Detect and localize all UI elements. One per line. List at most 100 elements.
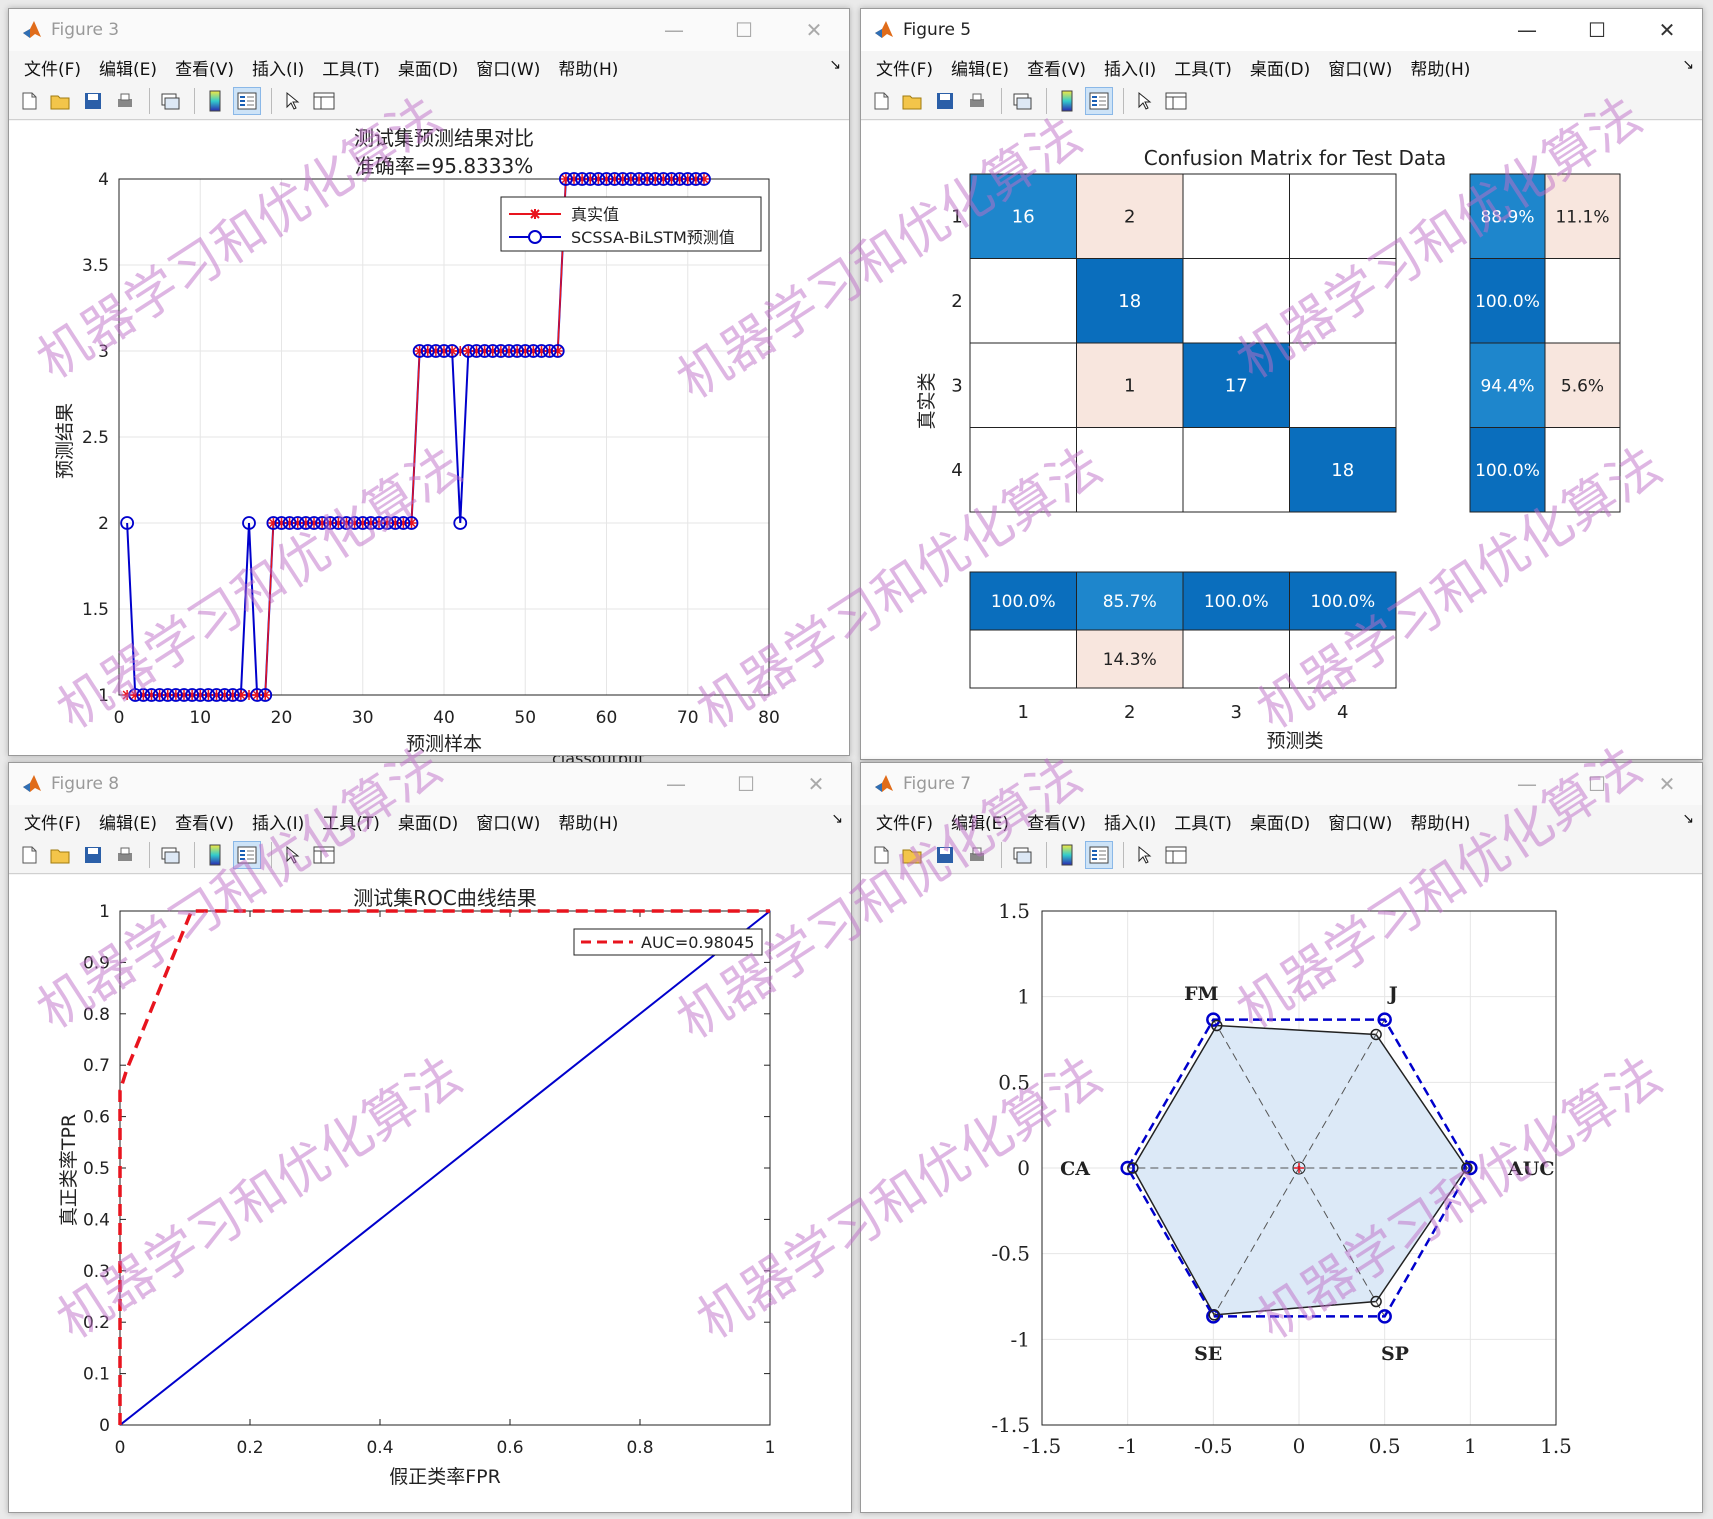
maximize-icon[interactable]: ☐	[1562, 772, 1632, 796]
colorbar-icon[interactable]	[1053, 87, 1081, 115]
menu-item[interactable]: 文件(F)	[867, 55, 942, 80]
new-file-icon[interactable]	[867, 841, 895, 869]
menu-item[interactable]: 工具(T)	[313, 55, 389, 80]
menu-item[interactable]: 编辑(E)	[90, 55, 166, 80]
menu-item[interactable]: 插入(I)	[1095, 809, 1165, 834]
minimize-icon[interactable]: —	[1492, 772, 1562, 796]
new-file-icon[interactable]	[15, 841, 43, 869]
menu-item[interactable]: 工具(T)	[1165, 55, 1241, 80]
new-file-icon[interactable]	[15, 87, 43, 115]
minimize-icon[interactable]: —	[1492, 18, 1562, 42]
menu-item[interactable]: 编辑(E)	[942, 809, 1018, 834]
close-icon[interactable]: ✕	[1632, 772, 1702, 796]
dock-icon[interactable]: ↘	[831, 811, 843, 827]
figure-7-window[interactable]: Figure 7 — ☐ ✕ 文件(F) 编辑(E) 查看(V) 插入(I) 工具(T)…	[860, 762, 1703, 1513]
figure-5-window[interactable]: Figure 5 — ☐ ✕ 文件(F) 编辑(E) 查看(V) 插入(I) 工具(T)…	[860, 8, 1703, 760]
open-file-icon[interactable]	[899, 841, 927, 869]
menu-item[interactable]: 桌面(D)	[1241, 809, 1319, 834]
link-plot-icon[interactable]	[156, 841, 184, 869]
pointer-icon[interactable]	[278, 87, 306, 115]
menu-item[interactable]: 帮助(H)	[549, 809, 627, 834]
pointer-icon[interactable]	[278, 841, 306, 869]
y-tick-label: 1	[1017, 985, 1030, 1009]
print-icon[interactable]	[111, 841, 139, 869]
menu-item[interactable]: 帮助(H)	[549, 55, 627, 80]
menu-item[interactable]: 编辑(E)	[942, 55, 1018, 80]
close-icon[interactable]: ✕	[1632, 18, 1702, 42]
title-bar[interactable]: Figure 5 — ☐ ✕	[861, 9, 1702, 51]
menu-item[interactable]: 文件(F)	[15, 809, 90, 834]
window-title: Figure 5	[903, 20, 972, 40]
title-bar[interactable]: Figure 7 — ☐ ✕	[861, 763, 1702, 805]
maximize-icon[interactable]: ☐	[709, 18, 779, 42]
colorbar-icon[interactable]	[201, 841, 229, 869]
save-icon[interactable]	[79, 841, 107, 869]
open-file-icon[interactable]	[47, 841, 75, 869]
minimize-icon[interactable]: —	[641, 772, 711, 796]
figure-canvas[interactable]: 0 0.2 0.4 0.6 0.8 1 0 0.1 0.2 0.3 0.4 0.5 0.6 0.7 0.8 0…	[9, 875, 851, 1512]
property-inspector-icon[interactable]	[1162, 87, 1190, 115]
menu-item[interactable]: 查看(V)	[166, 809, 243, 834]
legend-icon[interactable]	[233, 87, 261, 115]
close-icon[interactable]: ✕	[781, 772, 851, 796]
open-file-icon[interactable]	[47, 87, 75, 115]
maximize-icon[interactable]: ☐	[1562, 18, 1632, 42]
minimize-icon[interactable]: —	[639, 18, 709, 42]
link-plot-icon[interactable]	[156, 87, 184, 115]
property-inspector-icon[interactable]	[1162, 841, 1190, 869]
figure-canvas[interactable]: Confusion Matrix for Test Data 16 2 18 1 17 18…	[861, 121, 1702, 759]
menu-item[interactable]: 工具(T)	[1165, 809, 1241, 834]
legend-icon[interactable]	[1085, 841, 1113, 869]
property-inspector-icon[interactable]	[310, 841, 338, 869]
figure-3-window[interactable]: Figure 3 — ☐ ✕ 文件(F) 编辑(E) 查看(V) 插入(I) 工具(T)…	[8, 8, 850, 756]
menu-item[interactable]: 帮助(H)	[1401, 809, 1479, 834]
title-bar[interactable]: Figure 3 — ☐ ✕	[9, 9, 849, 51]
title-bar[interactable]: Figure 8 — ☐ ✕	[9, 763, 851, 805]
save-icon[interactable]	[931, 841, 959, 869]
menu-item[interactable]: 查看(V)	[166, 55, 243, 80]
link-plot-icon[interactable]	[1008, 87, 1036, 115]
figure-canvas[interactable]: 0 10 20 30 40 50 60 70 80 1 1.5 2 2.5 3 3.5 4 测试集预测结果对比准…	[9, 121, 849, 755]
menu-item[interactable]: 窗口(W)	[467, 55, 549, 80]
menu-item[interactable]: 查看(V)	[1018, 809, 1095, 834]
maximize-icon[interactable]: ☐	[711, 772, 781, 796]
new-file-icon[interactable]	[867, 87, 895, 115]
matlab-icon	[873, 773, 895, 795]
menu-item[interactable]: 窗口(W)	[467, 809, 549, 834]
menu-item[interactable]: 工具(T)	[313, 809, 389, 834]
menu-item[interactable]: 窗口(W)	[1319, 809, 1401, 834]
menu-item[interactable]: 桌面(D)	[1241, 55, 1319, 80]
pointer-icon[interactable]	[1130, 87, 1158, 115]
colorbar-icon[interactable]	[1053, 841, 1081, 869]
link-plot-icon[interactable]	[1008, 841, 1036, 869]
close-icon[interactable]: ✕	[779, 18, 849, 42]
pointer-icon[interactable]	[1130, 841, 1158, 869]
print-icon[interactable]	[963, 87, 991, 115]
save-icon[interactable]	[931, 87, 959, 115]
menu-item[interactable]: 查看(V)	[1018, 55, 1095, 80]
open-file-icon[interactable]	[899, 87, 927, 115]
menu-item[interactable]: 文件(F)	[867, 809, 942, 834]
dock-icon[interactable]: ↘	[829, 57, 841, 73]
figure-canvas[interactable]: -1.5 -1 -0.5 0 0.5 1 1.5 -1.5 -1 -0.5 0 0.5 1 1.5 AUC J…	[861, 875, 1702, 1512]
menu-item[interactable]: 编辑(E)	[90, 809, 166, 834]
figure-8-window[interactable]: Figure 8 — ☐ ✕ 文件(F) 编辑(E) 查看(V) 插入(I) 工具(T)…	[8, 762, 852, 1513]
legend-icon[interactable]	[233, 841, 261, 869]
print-icon[interactable]	[111, 87, 139, 115]
legend-icon[interactable]	[1085, 87, 1113, 115]
menu-item[interactable]: 插入(I)	[243, 55, 313, 80]
menu-item[interactable]: 桌面(D)	[389, 55, 467, 80]
menu-item[interactable]: 桌面(D)	[389, 809, 467, 834]
property-inspector-icon[interactable]	[310, 87, 338, 115]
menu-item[interactable]: 插入(I)	[1095, 55, 1165, 80]
dock-icon[interactable]: ↘	[1682, 57, 1694, 73]
colorbar-icon[interactable]	[201, 87, 229, 115]
menu-item[interactable]: 文件(F)	[15, 55, 90, 80]
save-icon[interactable]	[79, 87, 107, 115]
print-icon[interactable]	[963, 841, 991, 869]
menu-item[interactable]: 插入(I)	[243, 809, 313, 834]
dock-icon[interactable]: ↘	[1682, 811, 1694, 827]
y-tick-label: 3	[98, 342, 109, 362]
menu-item[interactable]: 窗口(W)	[1319, 55, 1401, 80]
menu-item[interactable]: 帮助(H)	[1401, 55, 1479, 80]
